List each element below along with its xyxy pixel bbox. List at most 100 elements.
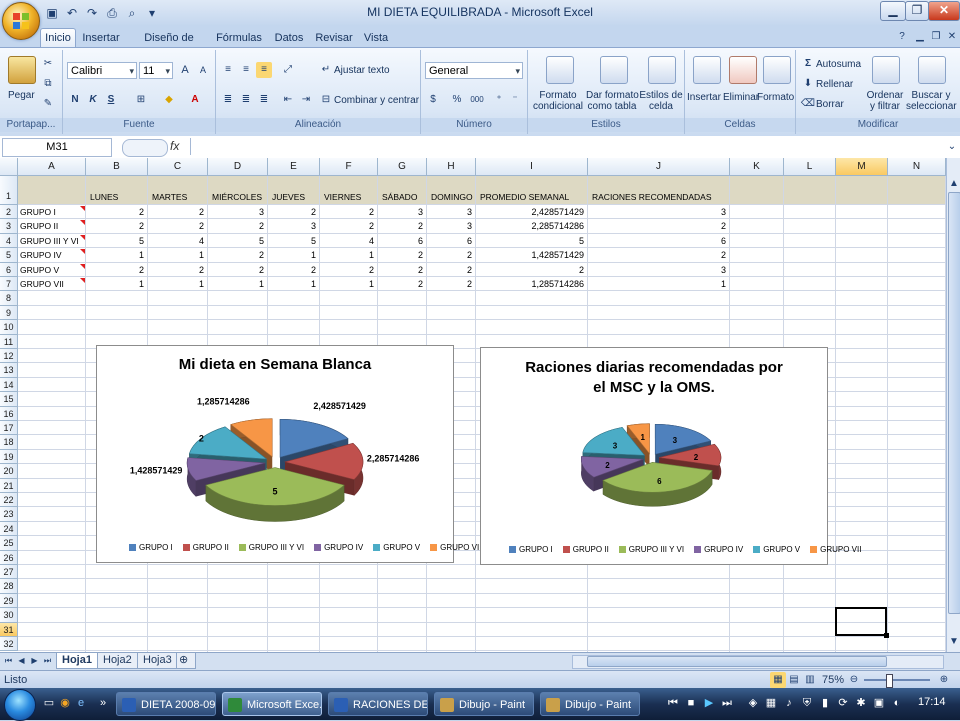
column-header[interactable]: D xyxy=(208,158,268,176)
font-size-select[interactable]: 11 xyxy=(139,62,173,80)
table-cell[interactable]: 1 xyxy=(86,277,144,291)
tray-volume-icon[interactable]: ♪ xyxy=(782,696,796,710)
table-cell[interactable]: 2 xyxy=(378,263,423,277)
row-label-cell[interactable]: GRUPO VII xyxy=(20,277,64,291)
table-header-cell[interactable]: LUNES xyxy=(90,190,118,204)
zoom-slider-thumb[interactable] xyxy=(885,674,893,688)
tab-diseno-pagina[interactable]: Diseño de página xyxy=(128,29,210,63)
format-cells-button[interactable]: Formato xyxy=(757,92,794,103)
tray-bluetooth-icon[interactable]: ✱ xyxy=(854,696,868,710)
paste-button[interactable]: Pegar xyxy=(8,90,35,101)
tab-inicio[interactable]: Inicio xyxy=(40,28,76,48)
find-select-button[interactable]: Buscar y seleccionar xyxy=(906,90,957,112)
fill-handle[interactable] xyxy=(884,633,889,638)
scroll-down-icon[interactable]: ▼ xyxy=(947,634,960,650)
column-header[interactable]: A xyxy=(18,158,86,176)
row-header[interactable]: 20 xyxy=(0,464,18,479)
row-header[interactable]: 8 xyxy=(0,291,18,306)
show-desktop-icon[interactable]: ▭ xyxy=(42,696,56,710)
zoom-in-icon[interactable]: ⊕ xyxy=(936,672,952,688)
taskbar-btn-excel[interactable]: Microsoft Exce... xyxy=(222,692,322,716)
row-header[interactable]: 5 xyxy=(0,248,18,263)
zoom-out-icon[interactable]: ⊖ xyxy=(846,672,862,688)
column-header[interactable]: B xyxy=(86,158,148,176)
table-cell[interactable]: 1,428571429 xyxy=(476,248,584,262)
column-header[interactable]: L xyxy=(784,158,836,176)
page-break-icon[interactable]: ▥ xyxy=(802,672,818,688)
tab-datos[interactable]: Datos xyxy=(272,29,306,48)
cell-styles-icon[interactable] xyxy=(648,56,676,84)
table-cell[interactable]: 6 xyxy=(427,234,472,248)
row-label-cell[interactable]: GRUPO III Y VI xyxy=(20,234,79,248)
legend-item[interactable]: GRUPO IV xyxy=(694,545,743,554)
redo-icon[interactable]: ↷ xyxy=(84,5,100,21)
fill-button[interactable]: Rellenar xyxy=(816,79,853,90)
horizontal-scrollbar[interactable] xyxy=(572,655,944,669)
vertical-scroll-thumb[interactable] xyxy=(948,192,960,614)
table-header-cell[interactable]: PROMEDIO SEMANAL xyxy=(480,190,569,204)
row-header[interactable]: 15 xyxy=(0,392,18,407)
table-cell[interactable]: 1 xyxy=(320,248,374,262)
format-painter-icon[interactable]: ✎ xyxy=(40,96,56,112)
table-cell[interactable]: 3 xyxy=(427,219,472,233)
row-header[interactable]: 9 xyxy=(0,305,18,321)
comment-indicator-icon[interactable] xyxy=(80,234,85,240)
row-header[interactable]: 18 xyxy=(0,435,18,450)
insert-sheet-icon[interactable]: ⊕ xyxy=(176,653,196,669)
sheet-tab-hoja1[interactable]: Hoja1 xyxy=(56,653,98,669)
ribbon-minimize-icon[interactable]: ▁ xyxy=(912,29,928,45)
table-cell[interactable]: 2 xyxy=(86,219,144,233)
workbook-close-icon[interactable]: ✕ xyxy=(944,29,960,45)
table-header-cell[interactable]: SÁBADO xyxy=(382,190,417,204)
chart-raciones-recomendadas[interactable]: Raciones diarias recomendadas por el MSC… xyxy=(480,347,861,565)
row-header[interactable]: 19 xyxy=(0,449,18,465)
row-header[interactable]: 7 xyxy=(0,277,18,292)
legend-item[interactable]: GRUPO V xyxy=(373,543,420,552)
fill-color-icon[interactable]: ◆ xyxy=(161,92,177,108)
cell-styles-button[interactable]: Estilos de celda xyxy=(638,90,684,112)
legend-item[interactable]: GRUPO II xyxy=(182,543,229,552)
comment-indicator-icon[interactable] xyxy=(80,206,85,211)
preview-icon[interactable]: ⌕ xyxy=(124,5,140,21)
merge-center-button[interactable]: Combinar y centrar xyxy=(334,95,419,106)
table-cell[interactable]: 4 xyxy=(148,234,204,248)
save-icon[interactable]: ▣ xyxy=(44,5,60,21)
tray-update-icon[interactable]: ⟳ xyxy=(836,696,850,710)
comment-indicator-icon[interactable] xyxy=(80,220,85,226)
table-cell[interactable]: 2 xyxy=(588,219,726,233)
table-cell[interactable]: 3 xyxy=(268,219,316,233)
increase-decimal-icon[interactable]: ⁺ xyxy=(491,92,507,108)
next-sheet-icon[interactable]: ▶ xyxy=(29,655,40,667)
maximize-button[interactable]: ❐ xyxy=(905,1,929,21)
row-header[interactable]: 23 xyxy=(0,507,18,522)
formula-bar-expand-icon[interactable]: ⌄ xyxy=(944,139,960,155)
row-header[interactable]: 32 xyxy=(0,637,18,652)
undo-icon[interactable]: ↶ xyxy=(64,5,80,21)
decrease-indent-icon[interactable]: ⇤ xyxy=(280,92,296,108)
table-cell[interactable]: 3 xyxy=(588,205,726,219)
borders-icon[interactable]: ⊞ xyxy=(133,92,149,108)
underline-button[interactable]: S xyxy=(103,92,119,108)
merge-center-icon[interactable]: ⊟ xyxy=(318,92,334,108)
tab-insertar[interactable]: Insertar xyxy=(80,29,122,48)
table-cell[interactable]: 1 xyxy=(320,277,374,291)
row-header[interactable]: 21 xyxy=(0,478,18,493)
italic-button[interactable]: K xyxy=(85,92,101,108)
taskbar-btn-raciones[interactable]: RACIONES DE ... xyxy=(328,692,428,716)
table-cell[interactable]: 4 xyxy=(320,234,374,248)
format-cells-icon[interactable] xyxy=(763,56,791,84)
media-next-icon[interactable]: ⏭ xyxy=(720,696,734,710)
table-header-cell[interactable]: DOMINGO xyxy=(431,190,473,204)
legend-item[interactable]: GRUPO I xyxy=(509,545,553,554)
vertical-scrollbar[interactable]: ▲ ▼ xyxy=(946,158,960,652)
wrap-text-button[interactable]: Ajustar texto xyxy=(334,65,390,76)
insert-cells-icon[interactable] xyxy=(693,56,721,84)
table-cell[interactable]: 2 xyxy=(208,248,264,262)
close-button[interactable]: ✕ xyxy=(928,1,960,21)
media-play-icon[interactable]: ▶ xyxy=(702,696,716,710)
column-header[interactable]: K xyxy=(730,158,784,176)
table-cell[interactable]: 2 xyxy=(378,277,423,291)
table-header-cell[interactable]: MIÉRCOLES xyxy=(212,190,262,204)
zoom-level[interactable]: 75% xyxy=(822,674,844,686)
column-header[interactable]: G xyxy=(378,158,427,176)
